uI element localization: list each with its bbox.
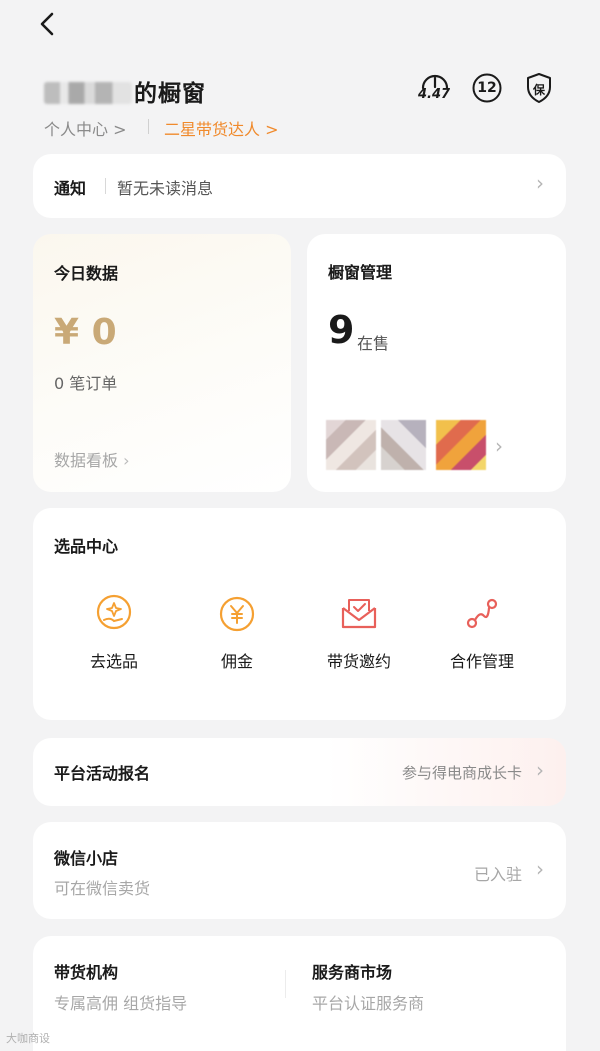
score-indicator[interactable]: 4.47 bbox=[418, 70, 452, 106]
product-thumbnail[interactable] bbox=[326, 420, 376, 470]
showcase-title: 橱窗管理 bbox=[328, 263, 393, 282]
menu-label: 佣金 bbox=[220, 652, 253, 671]
selection-title: 选品中心 bbox=[54, 537, 119, 556]
menu-label: 去选品 bbox=[89, 652, 138, 671]
chevron-left-icon bbox=[40, 12, 54, 36]
chevron-right-icon: › bbox=[536, 171, 544, 195]
agency-subtitle: 专属高佣 组货指导 bbox=[54, 994, 188, 1013]
notice-card[interactable]: 通知 暂无未读消息 › bbox=[33, 154, 566, 218]
page-title: 的橱窗 bbox=[44, 74, 206, 108]
badge-count: 12 bbox=[477, 80, 497, 96]
score-value: 4.47 bbox=[418, 87, 451, 102]
wechat-shop-title: 微信小店 bbox=[54, 849, 119, 868]
wechat-shop-subtitle: 可在微信卖货 bbox=[54, 879, 151, 898]
collab-nodes-icon bbox=[466, 598, 498, 629]
level-badge[interactable]: 12 bbox=[471, 70, 503, 106]
menu-label: 合作管理 bbox=[449, 652, 514, 671]
watermark: 大咖商设 bbox=[6, 1032, 50, 1045]
agency-title: 带货机构 bbox=[54, 963, 119, 982]
dashboard-link-label: 数据看板 bbox=[54, 451, 119, 470]
product-thumbnail[interactable] bbox=[381, 420, 426, 470]
chevron-right-icon: › bbox=[536, 857, 544, 881]
services-card: 带货机构 专属高佣 组货指导 服务商市场 平台认证服务商 bbox=[33, 936, 566, 1051]
chevron-right-icon: › bbox=[123, 451, 130, 470]
level-link[interactable]: 二星带货达人 > bbox=[164, 116, 279, 140]
menu-commission[interactable]: 佣金 bbox=[177, 594, 297, 672]
platform-title: 平台活动报名 bbox=[54, 764, 151, 783]
chevron-right-icon: › bbox=[495, 434, 503, 458]
menu-go-select[interactable]: 去选品 bbox=[54, 594, 174, 672]
agency-section[interactable]: 带货机构 专属高佣 组货指导 bbox=[33, 936, 283, 1051]
today-title: 今日数据 bbox=[54, 264, 119, 283]
wechat-shop-status: 已入驻 bbox=[473, 865, 522, 884]
platform-link: 参与得电商成长卡 bbox=[401, 764, 522, 782]
envelope-icon bbox=[341, 599, 377, 629]
notice-label: 通知 bbox=[54, 179, 87, 198]
service-market-section[interactable]: 服务商市场 平台认证服务商 bbox=[295, 936, 555, 1051]
personal-center-link[interactable]: 个人中心 > bbox=[44, 116, 127, 140]
shield-label: 保 bbox=[532, 83, 545, 97]
today-amount: ¥ 0 bbox=[54, 312, 117, 353]
guarantee-button[interactable]: 保 bbox=[525, 70, 553, 106]
showcase-count: 9 bbox=[328, 308, 355, 352]
title-text: 的橱窗 bbox=[134, 81, 206, 107]
product-thumbnail[interactable] bbox=[436, 420, 486, 470]
today-orders: 0 笔订单 bbox=[54, 374, 118, 393]
dashboard-link[interactable]: 数据看板 › bbox=[54, 447, 130, 471]
service-market-subtitle: 平台认证服务商 bbox=[312, 994, 425, 1013]
divider bbox=[285, 970, 286, 998]
back-button[interactable] bbox=[36, 10, 60, 40]
menu-collaboration[interactable]: 合作管理 bbox=[422, 594, 542, 672]
menu-label: 带货邀约 bbox=[326, 652, 391, 671]
wechat-shop-card[interactable]: 微信小店 可在微信卖货 已入驻 › bbox=[33, 822, 566, 919]
chevron-right-icon: › bbox=[536, 758, 544, 782]
divider bbox=[105, 178, 106, 194]
blurred-username bbox=[44, 82, 132, 104]
today-data-card[interactable]: 今日数据 ¥ 0 0 笔订单 数据看板 › bbox=[33, 234, 291, 492]
divider bbox=[148, 119, 149, 134]
yen-coin-icon bbox=[219, 596, 255, 632]
hand-star-icon bbox=[96, 594, 132, 630]
showcase-count-label: 在售 bbox=[357, 334, 390, 353]
menu-invitation[interactable]: 带货邀约 bbox=[299, 594, 419, 672]
platform-activity-card[interactable]: 平台活动报名 参与得电商成长卡 › bbox=[33, 738, 566, 806]
notice-text: 暂无未读消息 bbox=[117, 179, 214, 198]
service-market-title: 服务商市场 bbox=[312, 963, 393, 982]
